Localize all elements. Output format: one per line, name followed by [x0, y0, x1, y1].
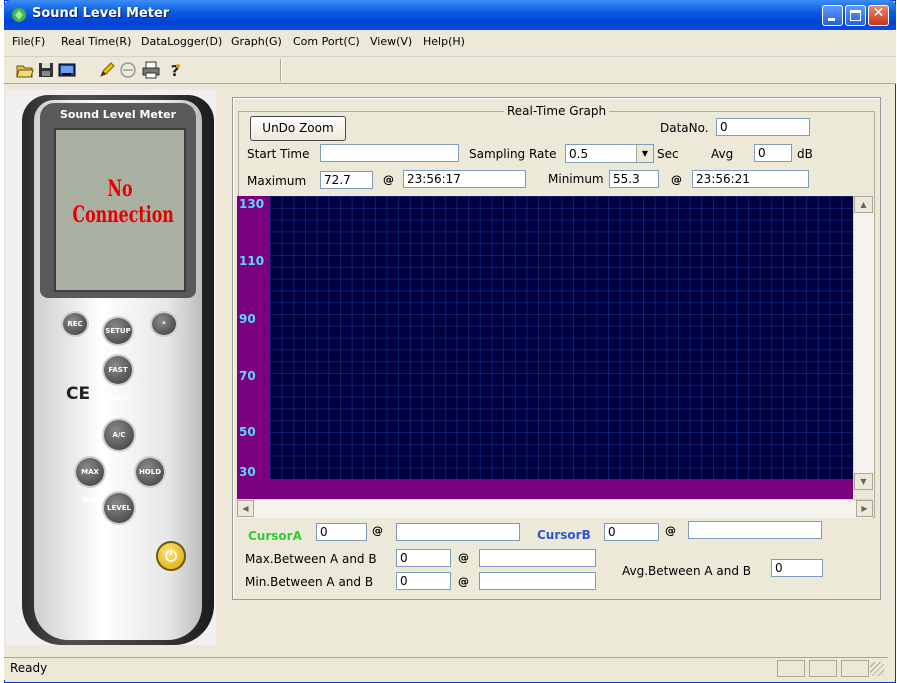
at-symbol: @	[372, 524, 383, 537]
minimize-button[interactable]	[822, 5, 843, 26]
scroll-up-icon[interactable]: ▲	[854, 196, 873, 213]
cursor-a-field[interactable]: 0	[316, 523, 367, 541]
menu-graph[interactable]: Graph(G)	[231, 35, 282, 48]
minimize-icon	[828, 18, 835, 21]
toolbar: ?	[4, 57, 896, 84]
ce-mark: CE	[66, 384, 91, 404]
sampling-rate-select[interactable]: 0.5 ▼	[565, 144, 654, 163]
connection-status: No Connection	[72, 176, 174, 228]
status-cell	[777, 660, 805, 677]
at-symbol: @	[458, 575, 469, 588]
circle-icon[interactable]	[119, 61, 137, 79]
open-folder-icon[interactable]	[16, 61, 34, 79]
y-axis-band: 130 110 90 70 50 30	[237, 196, 270, 479]
at-symbol: @	[383, 173, 394, 186]
fast-slow-button: FAST SLOW	[104, 356, 132, 402]
status-cell	[809, 660, 837, 677]
at-symbol: @	[671, 173, 682, 186]
min-between-field[interactable]: 0	[396, 572, 451, 590]
y-tick-label: 50	[239, 425, 256, 439]
y-tick-label: 110	[239, 254, 265, 268]
maximize-button[interactable]	[845, 5, 866, 26]
chevron-down-icon[interactable]: ▼	[636, 145, 653, 162]
menu-file[interactable]: File(F)	[12, 35, 45, 48]
resize-grip-icon[interactable]	[870, 662, 884, 676]
menu-view[interactable]: View(V)	[370, 35, 412, 48]
scroll-left-icon[interactable]: ◀	[237, 500, 254, 517]
setup-button: SETUP	[104, 318, 132, 344]
status-text: Ready	[10, 661, 48, 675]
status-bar: Ready	[4, 657, 888, 680]
sampling-rate-value: 0.5	[569, 147, 589, 161]
max-between-label: Max.Between A and B	[245, 552, 377, 566]
plot-area[interactable]	[270, 196, 853, 479]
datano-label: DataNo.	[660, 121, 709, 135]
sampling-rate-label: Sampling Rate	[469, 147, 557, 161]
app-icon	[12, 8, 26, 22]
y-tick-label: 130	[239, 197, 265, 211]
close-icon: ✕	[872, 5, 885, 21]
start-time-label: Start Time	[247, 147, 310, 161]
backlight-button: *	[152, 313, 176, 335]
menu-help[interactable]: Help(H)	[423, 35, 465, 48]
graph-title: Real-Time Graph	[504, 104, 610, 118]
y-tick-label: 90	[239, 312, 256, 326]
at-symbol: @	[458, 551, 469, 564]
menu-datalogger[interactable]: DataLogger(D)	[141, 35, 222, 48]
cursor-b-time-field[interactable]	[688, 521, 822, 539]
print-icon[interactable]	[142, 61, 160, 79]
db-label: dB	[797, 147, 813, 161]
horizontal-scrollbar[interactable]: ◀ ▶	[237, 499, 873, 518]
avg-between-field[interactable]: 0	[771, 559, 823, 577]
minimum-label: Minimum	[548, 172, 604, 186]
max-between-field[interactable]: 0	[396, 549, 451, 567]
window-title: Sound Level Meter	[32, 6, 170, 21]
status-cell	[841, 660, 869, 677]
at-symbol: @	[665, 524, 676, 537]
scroll-down-icon[interactable]: ▼	[854, 473, 873, 490]
min-between-label: Min.Between A and B	[245, 575, 374, 589]
minimum-field[interactable]: 55.3	[609, 170, 659, 188]
cursor-a-time-field[interactable]	[396, 523, 520, 541]
close-button[interactable]: ✕	[868, 5, 889, 26]
y-tick-label: 70	[239, 369, 256, 383]
maximum-field[interactable]: 72.7	[320, 171, 373, 189]
cursor-a-label: CursorA	[248, 529, 302, 543]
datano-field[interactable]: 0	[716, 118, 810, 136]
save-icon[interactable]	[37, 61, 55, 79]
menu-real-time[interactable]: Real Time(R)	[61, 35, 131, 48]
ac-button: A/C	[104, 420, 134, 450]
cursor-b-field[interactable]: 0	[604, 523, 659, 541]
help-icon[interactable]: ?	[166, 61, 184, 79]
scroll-right-icon[interactable]: ▶	[856, 500, 873, 517]
monitor-icon[interactable]	[58, 61, 76, 79]
menu-bar: File(F) Real Time(R) DataLogger(D) Graph…	[4, 30, 896, 57]
rec-button: REC	[63, 313, 87, 335]
avg-field[interactable]: 0	[754, 144, 792, 162]
min-between-time-field[interactable]	[479, 572, 596, 590]
menu-com-port[interactable]: Com Port(C)	[293, 35, 360, 48]
max-min-button: MAX MIN	[76, 458, 104, 504]
power-icon: ⏻	[156, 541, 186, 571]
title-bar[interactable]: Sound Level Meter ✕	[4, 0, 896, 30]
pencil-icon[interactable]	[98, 61, 116, 79]
device-label: Sound Level Meter	[59, 108, 177, 121]
avg-label: Avg	[711, 147, 734, 161]
cursor-b-label: CursorB	[537, 528, 591, 542]
avg-between-label: Avg.Between A and B	[622, 564, 752, 578]
max-between-time-field[interactable]	[479, 549, 596, 567]
start-time-field[interactable]	[320, 144, 459, 162]
vertical-scrollbar[interactable]: ▲ ▼	[853, 196, 874, 490]
level-button: LEVEL	[104, 493, 134, 523]
maximum-label: Maximum	[247, 174, 307, 188]
x-axis-band	[237, 479, 853, 499]
maximize-icon	[850, 10, 861, 21]
undo-zoom-button[interactable]: UnDo Zoom	[250, 116, 346, 141]
hold-button: HOLD	[136, 458, 164, 486]
max-time-field[interactable]: 23:56:17	[403, 170, 526, 188]
min-time-field[interactable]: 23:56:21	[692, 170, 809, 188]
toolbar-separator	[280, 59, 281, 81]
y-tick-label: 30	[239, 465, 256, 479]
sec-label: Sec	[657, 147, 679, 161]
